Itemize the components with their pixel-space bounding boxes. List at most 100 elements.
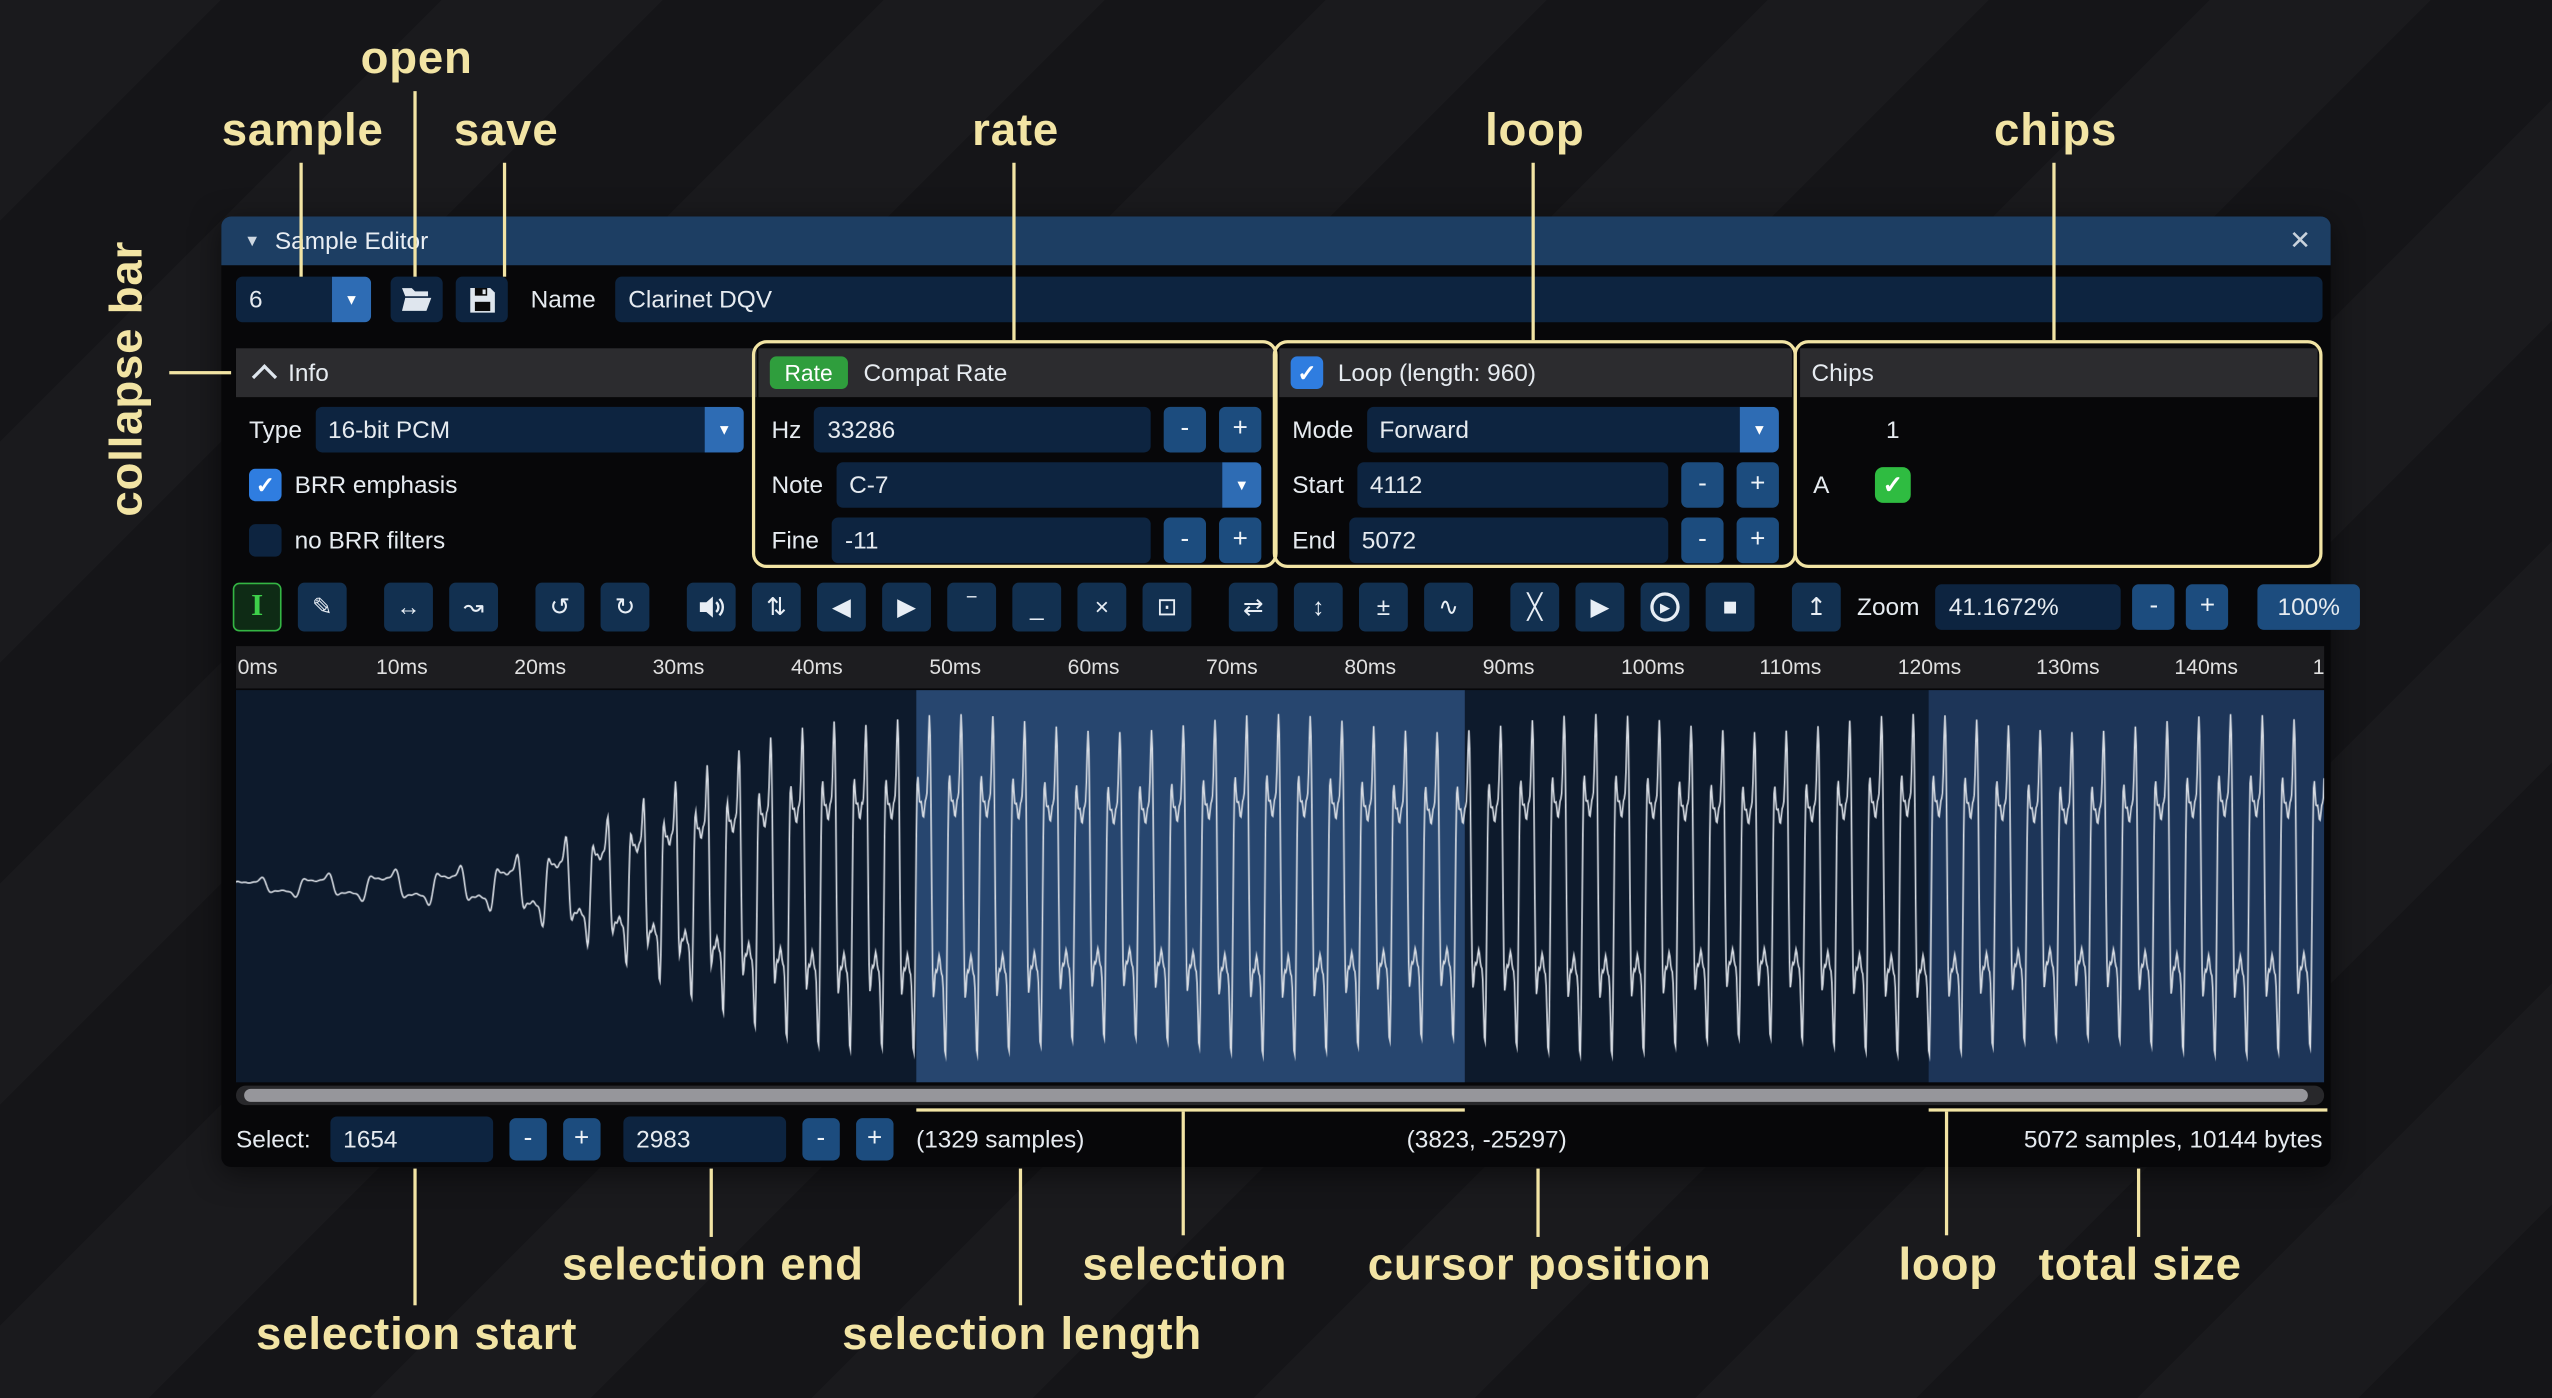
selection-end-increase-button[interactable]: +: [856, 1118, 893, 1160]
loop-mode-select[interactable]: Forward ▼: [1366, 407, 1779, 453]
sample-editor-window: ▼ Sample Editor ✕ 6 ▼ Name: [221, 216, 2330, 1166]
ruler-label: 130ms: [2036, 654, 2100, 678]
zoom-reset-button[interactable]: 100%: [2258, 584, 2360, 630]
sample-name-input[interactable]: [615, 277, 2322, 323]
ruler-label: 0ms: [238, 654, 278, 678]
fine-input[interactable]: [832, 518, 1151, 564]
amplify-icon[interactable]: [687, 583, 736, 632]
chevron-down-icon[interactable]: ▼: [332, 277, 371, 323]
callout-line-chips: [2052, 163, 2055, 340]
callout-line-save: [503, 163, 506, 277]
save-sample-button[interactable]: [456, 277, 508, 323]
loop-underline: [1929, 1108, 2327, 1111]
normalize-icon[interactable]: ⇅: [752, 583, 801, 632]
crossfade-icon[interactable]: ╳: [1510, 583, 1559, 632]
callout-line-selection-end: [710, 1169, 713, 1237]
zoom-out-button[interactable]: -: [2133, 584, 2175, 630]
info-header-bar[interactable]: Info: [236, 348, 757, 397]
ruler-label: 110ms: [1759, 654, 1821, 678]
loop-header-bar: ✓ Loop (length: 960): [1279, 348, 1792, 397]
no-brr-filters-checkbox[interactable]: [249, 524, 282, 557]
hz-increase-button[interactable]: +: [1219, 407, 1261, 453]
callout-line-selection: [1182, 1112, 1185, 1236]
stop-preview-icon[interactable]: ■: [1706, 583, 1755, 632]
chip-row-label: A: [1813, 471, 1875, 499]
fade-out-icon[interactable]: ▶: [882, 583, 931, 632]
hz-decrease-button[interactable]: -: [1164, 407, 1206, 453]
draw-mode-icon[interactable]: ✎: [298, 583, 347, 632]
sample-number-select[interactable]: 6 ▼: [236, 277, 371, 323]
ruler-label: 40ms: [791, 654, 843, 678]
compat-rate-label[interactable]: Compat Rate: [864, 359, 1008, 387]
chevron-down-icon[interactable]: ▼: [705, 407, 744, 453]
type-select[interactable]: 16-bit PCM ▼: [315, 407, 744, 453]
annotation-selection-start: selection start: [256, 1309, 577, 1361]
loop-start-increase-button[interactable]: +: [1737, 462, 1779, 508]
zoom-in-button[interactable]: +: [2186, 584, 2228, 630]
chevron-down-icon[interactable]: ▼: [1222, 462, 1261, 508]
chevron-down-icon[interactable]: ▼: [1740, 407, 1779, 453]
sample-number-value: 6: [236, 286, 332, 314]
ruler-label: 30ms: [653, 654, 705, 678]
loop-start-input[interactable]: [1357, 462, 1668, 508]
filter-icon[interactable]: ∿: [1424, 583, 1473, 632]
hz-input[interactable]: [814, 407, 1150, 453]
loop-end-decrease-button[interactable]: -: [1681, 518, 1723, 564]
chip-enable-checkbox[interactable]: ✓: [1875, 467, 1911, 503]
loop-enable-checkbox[interactable]: ✓: [1291, 356, 1324, 389]
selection-start-increase-button[interactable]: +: [563, 1118, 600, 1160]
resize-icon[interactable]: ↔: [384, 583, 433, 632]
ruler-label: 150: [2313, 654, 2324, 678]
fine-increase-button[interactable]: +: [1219, 518, 1261, 564]
loop-end-increase-button[interactable]: +: [1737, 518, 1779, 564]
redo-icon[interactable]: ↻: [601, 583, 650, 632]
rate-badge[interactable]: Rate: [770, 356, 847, 389]
loop-end-label: End: [1292, 527, 1335, 555]
brr-emphasis-checkbox[interactable]: ✓: [249, 469, 282, 502]
open-sample-button[interactable]: [391, 277, 443, 323]
loop-end-input[interactable]: [1349, 518, 1668, 564]
zoom-input[interactable]: [1936, 584, 2122, 630]
annotation-rate: rate: [972, 104, 1059, 156]
trim-icon[interactable]: ⊡: [1143, 583, 1192, 632]
check-icon: ✓: [1883, 470, 1903, 499]
sample-header-row: 6 ▼ Name: [221, 275, 2330, 324]
preview-icon[interactable]: ▶: [1575, 583, 1624, 632]
apply-silence-icon[interactable]: _: [1012, 583, 1061, 632]
callout-line-selection-start: [413, 1169, 416, 1306]
annotation-selection-length: selection length: [842, 1309, 1202, 1361]
preview-circle-icon[interactable]: ▶: [1641, 583, 1690, 632]
titlebar[interactable]: ▼ Sample Editor ✕: [221, 216, 2330, 265]
sign-convert-icon[interactable]: ±: [1359, 583, 1408, 632]
callout-line-collapse-bar: [169, 371, 231, 374]
chevron-up-icon[interactable]: [252, 363, 277, 388]
scrollbar-handle[interactable]: [244, 1089, 2308, 1102]
selection-underline: [917, 1108, 1464, 1111]
undo-icon[interactable]: ↺: [535, 583, 584, 632]
waveform-scrollbar[interactable]: [236, 1086, 2324, 1106]
annotation-total-size: total size: [2039, 1239, 2242, 1291]
save-floppy-icon: [468, 286, 496, 314]
collapse-window-icon[interactable]: ▼: [244, 232, 260, 250]
selection-start-decrease-button[interactable]: -: [509, 1118, 546, 1160]
delete-icon[interactable]: ×: [1077, 583, 1126, 632]
resample-icon[interactable]: ↝: [449, 583, 498, 632]
reverse-icon[interactable]: ⇄: [1229, 583, 1278, 632]
fade-in-icon[interactable]: ◀: [817, 583, 866, 632]
close-icon[interactable]: ✕: [2289, 225, 2311, 258]
panels-row: Info Type 16-bit PCM ▼ ✓ BRR emphasis: [236, 345, 2331, 565]
insert-silence-icon[interactable]: ‾: [947, 583, 996, 632]
toolbar: I✎↔↝↺↻⇅◀▶‾_×⊡⇄↕±∿╳▶▶■↥ Zoom - + 100%: [233, 578, 2320, 637]
selection-end-decrease-button[interactable]: -: [802, 1118, 839, 1160]
edit-mode-icon[interactable]: I: [233, 583, 282, 632]
invert-icon[interactable]: ↕: [1294, 583, 1343, 632]
loop-start-decrease-button[interactable]: -: [1681, 462, 1723, 508]
fine-decrease-button[interactable]: -: [1164, 518, 1206, 564]
selection-end-input[interactable]: [623, 1117, 786, 1163]
upload-icon[interactable]: ↥: [1792, 583, 1841, 632]
waveform-canvas[interactable]: [236, 690, 2324, 1082]
type-value: 16-bit PCM: [315, 416, 705, 444]
waveform-view[interactable]: [236, 690, 2324, 1082]
note-select[interactable]: C-7 ▼: [836, 462, 1261, 508]
selection-start-input[interactable]: [330, 1117, 493, 1163]
